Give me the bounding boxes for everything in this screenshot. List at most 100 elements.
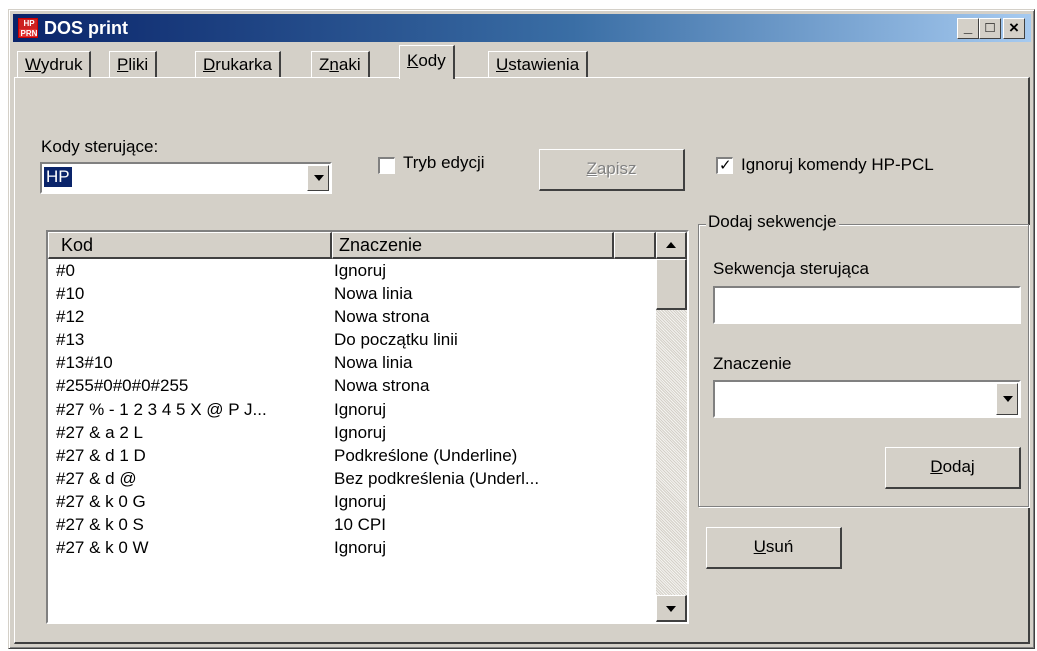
window-title: DOS print [44,18,128,38]
cell-kod: #27 & d 1 D [56,445,146,465]
save-button-label: apisz [596,159,637,178]
table-header: Kod Znaczenie [48,232,687,259]
add-button[interactable]: Dodaj [885,447,1021,489]
table-row[interactable]: #255#0#0#0#255 Nowa strona [48,374,656,397]
tab-pliki[interactable]: Pliki [109,51,158,78]
close-icon: × [1009,18,1019,37]
cell-znaczenie: Nowa linia [334,284,413,304]
ignore-hp-pcl-label: Ignoruj komendy HP-PCL [741,155,934,174]
tab-wydruk-mnemonic: W [25,55,41,74]
column-header-empty[interactable] [614,232,656,259]
cell-znaczenie: Ignoruj [334,538,386,558]
table-row[interactable]: #27 & a 2 L Ignoruj [48,421,656,444]
table-row[interactable]: #27 & k 0 G Ignoruj [48,490,656,513]
tab-drukarka-label: rukarka [215,55,272,74]
codes-label: Kody sterujące: [41,137,159,156]
edit-mode-checkbox[interactable] [378,157,395,174]
cell-znaczenie: Podkreślone (Underline) [334,445,518,465]
chevron-down-icon [666,606,676,612]
close-button[interactable]: × [1003,18,1025,39]
tab-kody[interactable]: Kody [399,45,455,79]
cell-kod: #27 & k 0 W [56,538,149,558]
dos-print-app-icon[interactable]: HP PRN [18,18,38,38]
cell-znaczenie: Ignoruj [334,261,386,280]
scroll-up-button[interactable] [656,232,687,259]
cell-znaczenie: Nowa strona [334,307,430,327]
title-bar[interactable]: HP PRN DOS print _ □ × [13,14,1031,42]
cell-kod: #27 & k 0 S [56,515,144,535]
minimize-button[interactable]: _ [957,18,979,39]
add-sequence-group-title: Dodaj sekwencje [706,212,839,232]
tab-ustawienia[interactable]: Ustawienia [488,51,589,78]
cell-znaczenie: 10 CPI [334,515,386,535]
codes-table[interactable]: Kod Znaczenie #0 Ignoruj #10 Nowa linia #1… [46,230,689,624]
table-row[interactable]: #27 & k 0 W Ignoruj [48,536,656,559]
table-row[interactable]: #27 & k 0 S 10 CPI [48,513,656,536]
app-icon-text-bottom: PRN [19,29,38,38]
cell-kod: #0 [56,261,75,280]
meaning-label: Znaczenie [713,354,792,373]
checkmark-icon: ✓ [719,157,732,174]
table-row[interactable]: #12 Nowa strona [48,305,656,328]
delete-button-label: suń [765,537,794,556]
chevron-down-icon [314,175,324,181]
cell-znaczenie: Ignoruj [334,399,386,419]
sequence-input[interactable] [713,286,1021,324]
table-row[interactable]: #27 & d 1 D Podkreślone (Underline) [48,444,656,467]
tab-wydruk-label: ydruk [40,55,83,74]
delete-button[interactable]: Usuń [706,527,842,569]
edit-mode-label: Tryb edycji [403,153,485,172]
delete-button-mnemonic: U [753,537,766,556]
codes-dropdown-button[interactable] [307,165,329,191]
tab-znaki-mnemonic: n [329,55,339,74]
meaning-select[interactable] [713,380,1021,418]
tab-drukarka-mnemonic: D [203,55,216,74]
tab-ustawienia-label: stawienia [508,55,580,74]
sequence-label: Sekwencja sterująca [713,259,869,278]
main-window: HP PRN DOS print _ □ × Wydruk Pliki Druk… [8,9,1035,649]
cell-znaczenie: Nowa strona [334,376,430,396]
maximize-icon: □ [985,19,995,36]
column-header-kod[interactable]: Kod [48,232,332,259]
cell-znaczenie: Do początku linii [334,330,458,350]
cell-znaczenie: Ignoruj [334,422,386,442]
add-button-mnemonic: D [930,457,943,476]
codes-select[interactable]: HP [40,162,332,194]
save-button[interactable]: Zapisz [539,149,685,191]
tab-wydruk[interactable]: Wydruk [17,51,92,78]
tab-strip: Wydruk Pliki Drukarka Znaki Kody Ustawie… [9,42,1036,79]
column-header-znaczenie[interactable]: Znaczenie [332,232,614,259]
cell-kod: #255#0#0#0#255 [56,376,189,396]
maximize-button[interactable]: □ [979,18,1001,39]
cell-kod: #27 & d @ [56,468,137,488]
add-button-label: odaj [942,457,975,476]
cell-znaczenie: Nowa linia [334,353,413,373]
scrollbar-thumb[interactable] [656,259,687,310]
table-body: #0 Ignoruj #10 Nowa linia #12 Nowa strona #… [48,259,656,559]
codes-select-value: HP [44,167,72,187]
tab-znaki[interactable]: Znaki [311,51,370,78]
meaning-dropdown-button[interactable] [996,383,1018,415]
table-row[interactable]: #27 % - 1 2 3 4 5 X @ P J... Ignoruj [48,398,656,421]
scroll-down-button[interactable] [656,595,687,622]
app-icon-text-top: HP [19,19,37,29]
table-row[interactable]: #10 Nowa linia [48,282,656,305]
chevron-up-icon [666,242,676,248]
table-row[interactable]: #13 Do początku linii [48,328,656,351]
table-row[interactable]: #27 & d @ Bez podkreślenia (Underl... [48,467,656,490]
cell-kod: #12 [56,307,85,327]
tab-drukarka[interactable]: Drukarka [195,51,281,78]
cell-kod: #13 [56,330,85,350]
tab-znaki-label-a: Z [319,55,330,74]
cell-kod: #27 & a 2 L [56,422,143,442]
tab-znaki-label-b: aki [338,55,361,74]
tab-kody-label: ody [418,51,446,70]
tab-pliki-mnemonic: P [117,55,129,74]
minimize-icon: _ [963,19,973,36]
table-row[interactable]: #0 Ignoruj [48,259,656,282]
save-button-mnemonic: Z [586,159,597,178]
vertical-scrollbar[interactable] [656,232,687,622]
tab-kody-mnemonic: K [407,51,419,70]
table-row[interactable]: #13#10 Nowa linia [48,351,656,374]
ignore-hp-pcl-checkbox[interactable]: ✓ [716,157,733,174]
